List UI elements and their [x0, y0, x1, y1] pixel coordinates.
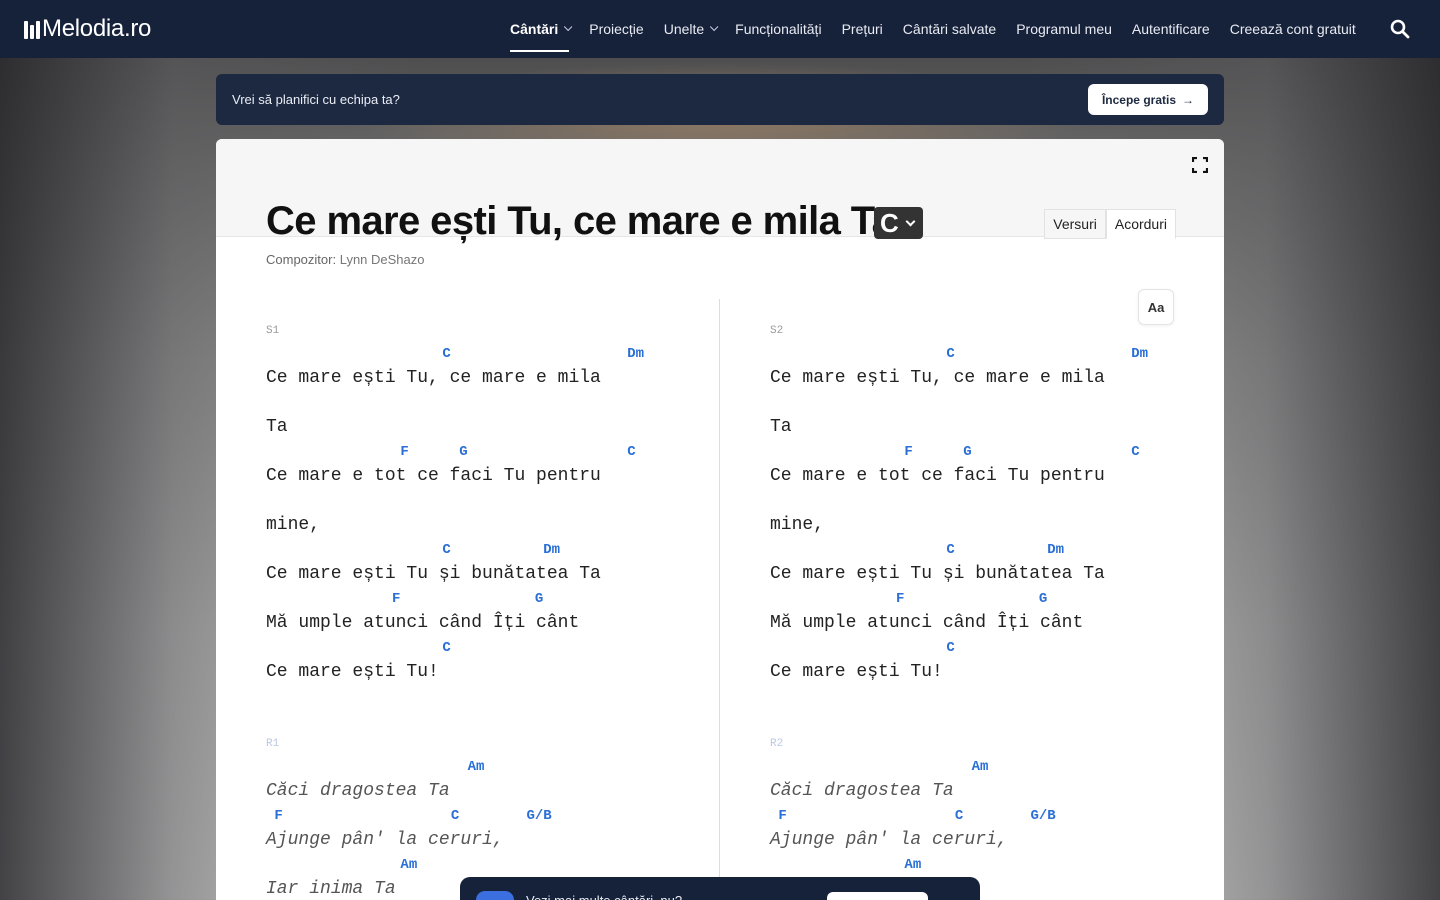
start-free-label: Începe gratis	[1101, 92, 1176, 107]
view-tab[interactable]: Versuri	[1044, 209, 1106, 239]
composer-label: Compozitor:	[266, 252, 337, 267]
lyric-line: mine,	[770, 515, 825, 535]
nav-item-label: Funcționalități	[735, 21, 822, 37]
team-planning-banner: Vrei să planifici cu echipa ta? Începe g…	[216, 74, 1224, 125]
composer-info: Compozitor: Lynn DeShazo	[266, 252, 425, 267]
fullscreen-icon[interactable]	[1192, 157, 1208, 173]
view-tabs: Versuri Acorduri	[1044, 209, 1176, 239]
nav-item-label: Cântări	[510, 21, 559, 37]
banner-text: Vrei să planifici cu echipa ta?	[232, 92, 400, 107]
chord-line: C Dm	[770, 542, 1065, 558]
nav-item-label: Prețuri	[841, 21, 883, 37]
chord-line: F G	[770, 591, 1048, 607]
key-selector[interactable]: C	[874, 207, 923, 239]
chord-line: Am	[770, 857, 922, 873]
lyric-line: Mă umple atunci când Îți cânt	[770, 613, 1084, 633]
lyric-line: Mă umple atunci când Îți cânt	[266, 613, 580, 633]
chord-line: F G C	[266, 444, 636, 460]
line-spacer	[770, 490, 1190, 512]
lyric-line: Ta	[770, 417, 792, 437]
nav-item-label: Programul meu	[1016, 21, 1112, 37]
chevron-down-icon	[905, 216, 916, 227]
search-icon[interactable]	[1390, 19, 1410, 39]
chord-line: C Dm	[770, 346, 1149, 362]
view-tab[interactable]: Acorduri	[1105, 209, 1176, 239]
song-section: S1 C Dm Ce mare ești Tu, ce mare e mila Ta…	[266, 325, 686, 686]
lyric-line: Ce mare ești Tu și bunătatea Ta	[770, 564, 1105, 584]
lyric-line: Ajunge pân' la ceruri,	[770, 830, 1008, 850]
lyric-line: Ce mare e tot ce faci Tu pentru	[266, 466, 601, 486]
arrow-right-icon: →	[1182, 92, 1194, 107]
chord-line: F G C	[770, 444, 1140, 460]
lyrics-column-right: S2 C Dm Ce mare ești Tu, ce mare e mila Ta…	[770, 325, 1190, 900]
song-section: R1 Am Căci dragostea Ta F C G/B Ajunge pân…	[266, 738, 686, 900]
chord-line: C Dm	[266, 542, 561, 558]
nav-item-label: Proiecție	[589, 21, 644, 37]
lyric-line: Căci dragostea Ta	[770, 781, 954, 801]
app-icon	[476, 891, 514, 900]
lyric-line: Ce mare ești Tu!	[770, 662, 943, 682]
toast-action-button[interactable]	[827, 892, 928, 900]
chord-line: C	[770, 640, 955, 656]
chord-line: Am	[266, 759, 485, 775]
chevron-down-icon	[564, 22, 573, 32]
lyric-line: Ce mare ești Tu și bunătatea Ta	[266, 564, 601, 584]
nav-item-label: Autentificare	[1131, 21, 1210, 37]
lyric-line: Căci dragostea Ta	[266, 781, 450, 801]
nav-item[interactable]: Prețuri	[842, 0, 883, 58]
more-songs-toast: Vezi mai multe cântări, nu?	[460, 877, 980, 900]
lyric-line: Ta	[266, 417, 288, 437]
nav-item[interactable]: Cântări	[510, 0, 573, 58]
logo-text: Melodia.ro	[42, 15, 152, 42]
nav-item-label: Unelte	[663, 21, 705, 37]
logo-icon	[24, 19, 40, 39]
chord-line: C	[266, 640, 451, 656]
composer-name[interactable]: Lynn DeShazo	[340, 252, 425, 267]
line-spacer	[266, 490, 686, 512]
nav-item[interactable]: Proiecție	[589, 0, 643, 58]
font-size-button[interactable]: Aa	[1138, 289, 1174, 325]
site-logo[interactable]: Melodia.ro	[24, 15, 151, 43]
chord-line: F G	[266, 591, 544, 607]
song-title: Ce mare ești Tu, ce mare e mila Ta	[266, 199, 894, 243]
nav-item[interactable]: Funcționalități	[735, 0, 821, 58]
section-label: S1	[266, 325, 280, 337]
song-section: R2 Am Căci dragostea Ta F C G/B Ajunge pân…	[770, 738, 1190, 900]
toast-text: Vezi mai multe cântări, nu?	[526, 891, 682, 900]
chord-line: F C G/B	[266, 808, 552, 824]
top-navigation: Melodia.ro Cântări Proiecție Unelte Funcțio…	[0, 0, 1440, 58]
song-card: Ce mare ești Tu, ce mare e mila Ta C Ver…	[216, 139, 1224, 900]
chevron-down-icon	[710, 22, 719, 32]
nav-item[interactable]: Creează cont gratuit	[1230, 0, 1356, 58]
line-spacer	[770, 392, 1190, 414]
nav-item-label: Cântări salvate	[902, 21, 997, 37]
chord-line: Am	[266, 857, 418, 873]
chord-line: Am	[770, 759, 989, 775]
nav-item[interactable]: Programul meu	[1016, 0, 1112, 58]
chord-line: F C G/B	[770, 808, 1056, 824]
lyric-line: mine,	[266, 515, 321, 535]
lyric-line: Ce mare ești Tu!	[266, 662, 439, 682]
section-label: S2	[770, 325, 784, 337]
line-spacer	[266, 392, 686, 414]
song-section: S2 C Dm Ce mare ești Tu, ce mare e mila Ta…	[770, 325, 1190, 686]
lyric-line: Ce mare ești Tu, ce mare e mila	[266, 368, 601, 388]
lyric-line: Ce mare e tot ce faci Tu pentru	[770, 466, 1105, 486]
nav-item[interactable]: Unelte	[663, 0, 719, 58]
column-divider	[719, 299, 720, 900]
section-label: R1	[266, 738, 280, 750]
lyric-line: Ajunge pân' la ceruri,	[266, 830, 504, 850]
key-value: C	[880, 207, 899, 238]
nav-item[interactable]: Cântări salvate	[903, 0, 996, 58]
main-menu: Cântări Proiecție Unelte Funcționalități Pre…	[510, 0, 1376, 58]
chord-line: C Dm	[266, 346, 645, 362]
start-free-button[interactable]: Începe gratis →	[1087, 84, 1208, 115]
nav-item[interactable]: Autentificare	[1132, 0, 1210, 58]
section-label: R2	[770, 738, 784, 750]
nav-item-label: Creează cont gratuit	[1229, 21, 1356, 37]
lyric-line: Ce mare ești Tu, ce mare e mila	[770, 368, 1105, 388]
lyrics-column-left: S1 C Dm Ce mare ești Tu, ce mare e mila Ta…	[266, 325, 686, 900]
